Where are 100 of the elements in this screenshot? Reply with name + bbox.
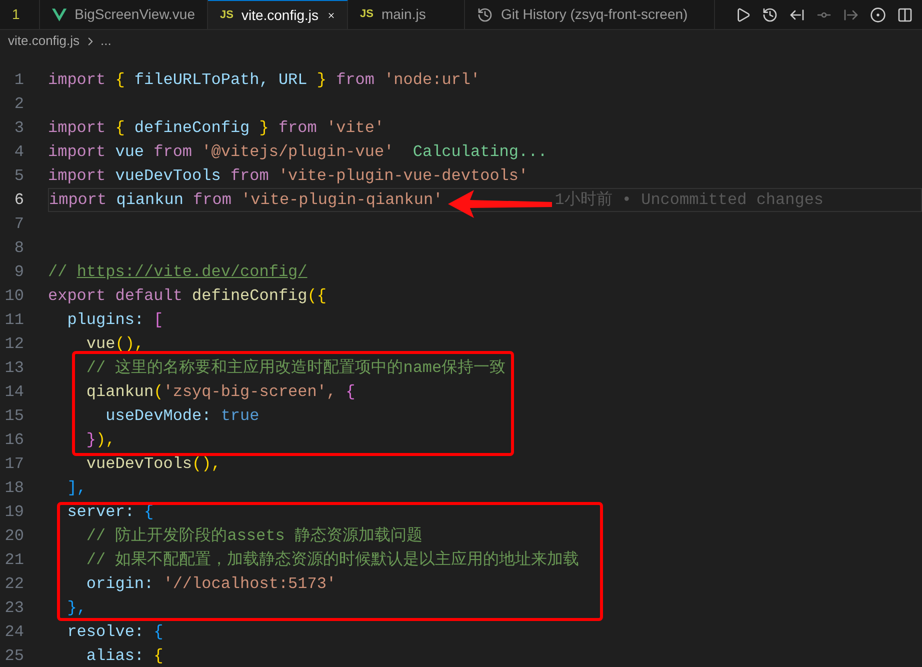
code-token: }	[259, 118, 270, 139]
line-number: 12	[4, 334, 24, 355]
history-icon	[477, 6, 493, 22]
code-token: 'vite-plugin-vue-devtools'	[278, 166, 528, 187]
line-number: 20	[4, 526, 24, 547]
line-number: 21	[4, 550, 24, 571]
line-number: 2	[13, 94, 24, 115]
code-token: 'vite'	[326, 118, 384, 139]
commit-forward-icon[interactable]	[843, 6, 859, 22]
code-token: resolve:	[66, 622, 146, 643]
line-number: 25	[4, 646, 24, 667]
code-token: origin:	[85, 574, 155, 595]
code-token: ],	[66, 478, 86, 499]
line-number: 17	[4, 454, 24, 475]
code-token: Calculating...	[412, 142, 548, 163]
code-token: import	[48, 142, 107, 163]
code-token: from	[336, 70, 376, 91]
code-token: fileURLToPath, URL	[134, 70, 308, 91]
vue-logo-icon	[52, 8, 67, 22]
tab-label: vite.config.js	[241, 6, 319, 25]
line-number: 22	[4, 574, 24, 595]
js-file-icon: JS	[220, 6, 234, 24]
play-icon[interactable]	[735, 6, 751, 22]
code-token: alias:	[85, 646, 146, 667]
editor-tab[interactable]: JS vite.config.js	[208, 0, 348, 29]
code-token: vue	[115, 142, 146, 163]
code-token: import	[48, 166, 107, 187]
code-token: from	[230, 166, 270, 187]
code-token: vue	[85, 334, 116, 355]
split-editor-icon[interactable]	[897, 6, 913, 22]
code-token: https://vite.dev/config/	[76, 262, 308, 283]
tab-label: main.js	[381, 5, 426, 24]
code-token: '//localhost:5173'	[163, 574, 336, 595]
line-number: 18	[4, 478, 24, 499]
line-number: 5	[13, 166, 24, 187]
breadcrumb-item[interactable]: ...	[100, 31, 112, 51]
code-token: useDevMode:	[104, 406, 212, 427]
code-token: from	[154, 142, 194, 163]
code-token: (),	[115, 334, 144, 355]
code-token: // 防止开发阶段的assets 静态资源加载问题	[85, 526, 422, 547]
code-token: import	[49, 190, 108, 211]
commit-back-icon[interactable]	[789, 6, 805, 22]
tab-label: 1	[12, 5, 20, 24]
blame-annotation: 1小时前 • Uncommitted changes	[554, 190, 824, 211]
tab-label: Git History (zsyq-front-screen)	[501, 5, 688, 24]
code-token: qiankun	[85, 382, 154, 403]
code-token: vueDevTools	[115, 166, 222, 187]
code-token: true	[220, 406, 260, 427]
line-number: 1	[13, 70, 24, 91]
line-number: 14	[4, 382, 24, 403]
line-number: 19	[4, 502, 24, 523]
code-token: // 如果不配配置，加载静态资源的时候默认是以主应用的地址来加载	[85, 550, 580, 571]
line-number: 11	[4, 310, 24, 331]
code-token: ),	[96, 430, 116, 451]
code-token: {	[154, 646, 164, 667]
tab-label: BigScreenView.vue	[74, 5, 195, 24]
code-token: {	[346, 382, 356, 403]
code-token: 'zsyq-big-screen',	[163, 382, 338, 403]
code-token: from	[278, 118, 318, 139]
line-number: 4	[13, 142, 24, 163]
code-token: defineConfig	[134, 118, 251, 139]
code-token: plugins:	[66, 310, 146, 331]
code-token: import	[48, 118, 107, 139]
code-token: 'vite-plugin-qiankun'	[241, 190, 443, 211]
line-number: 3	[13, 118, 24, 139]
line-number: 10	[4, 286, 24, 307]
line-number: 6	[13, 190, 24, 211]
code-token: {	[115, 70, 126, 91]
history-icon[interactable]	[762, 6, 778, 22]
code-token: },	[66, 598, 86, 619]
code-token: // 这里的名称要和主应用改造时配置项中的name保持一致	[85, 358, 506, 379]
line-number: 24	[4, 622, 24, 643]
code-token: {	[154, 622, 164, 643]
code-token: }	[85, 430, 96, 451]
code-token: ({	[307, 286, 326, 307]
code-token: vueDevTools	[85, 454, 192, 475]
line-number: 13	[4, 358, 24, 379]
code-token: export default	[48, 286, 184, 307]
line-number: 9	[13, 262, 24, 283]
code-token: from	[193, 190, 232, 211]
line-number: 16	[4, 430, 24, 451]
code-token: 'node:url'	[384, 70, 480, 91]
code-token: [	[154, 310, 164, 331]
code-token: //	[48, 262, 68, 283]
git-graph-icon[interactable]	[870, 6, 886, 22]
code-token: server:	[66, 502, 136, 523]
code-token: }	[316, 70, 328, 91]
code-token: qiankun	[116, 190, 184, 211]
code-token: import	[48, 70, 107, 91]
line-number: 8	[13, 238, 24, 259]
line-number: 7	[13, 214, 24, 235]
code-token: defineConfig	[192, 286, 308, 307]
line-number: 15	[4, 406, 24, 427]
code-token: (	[154, 382, 164, 403]
line-number: 23	[4, 598, 24, 619]
code-token: (),	[192, 454, 221, 475]
code-token: '@vitejs/plugin-vue'	[202, 142, 395, 163]
js-file-icon: JS	[360, 6, 374, 23]
code-token: {	[115, 118, 126, 139]
breadcrumb-item[interactable]: vite.config.js	[8, 31, 80, 51]
